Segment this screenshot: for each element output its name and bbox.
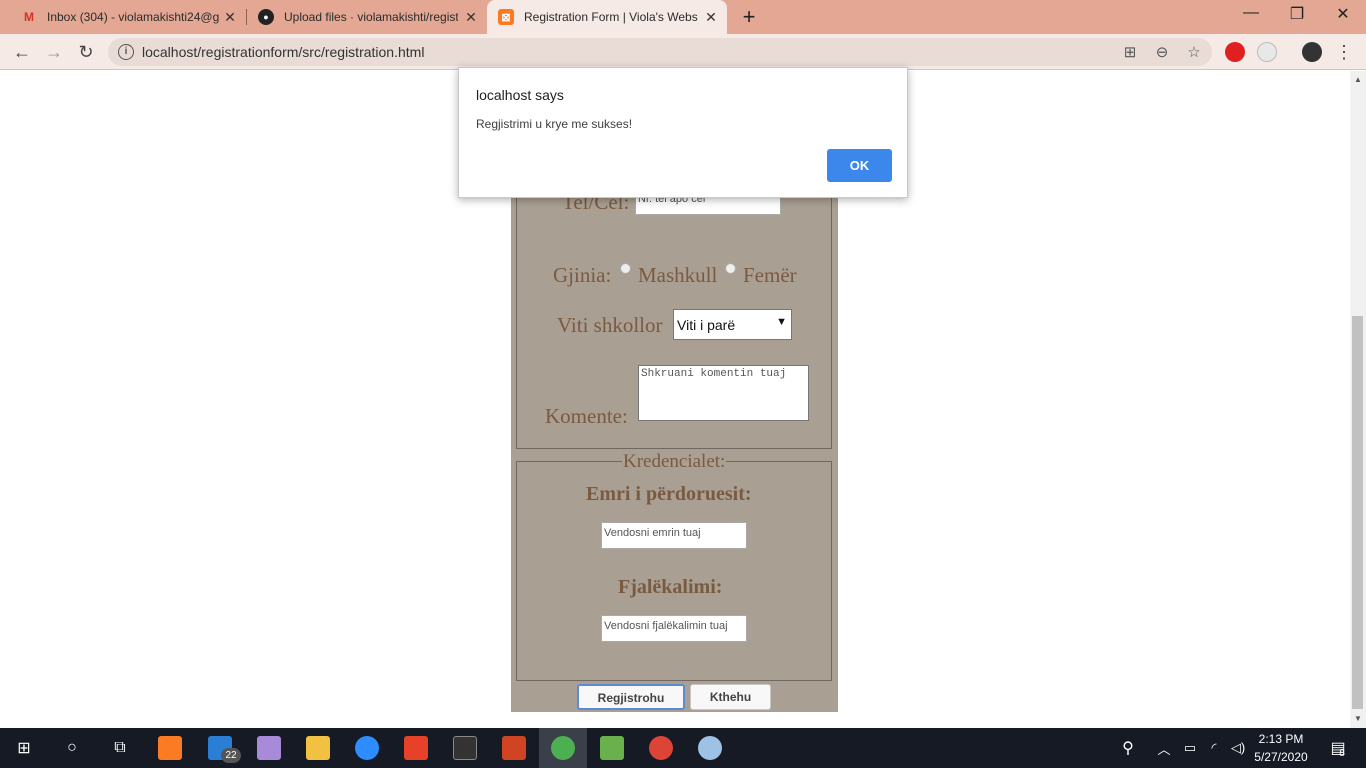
ok-button[interactable]: OK [827,149,892,182]
search-icon[interactable]: ○ [48,728,96,768]
password-label: Fjalëkalimi: [618,576,723,598]
year-selected-value: Viti i parë [677,317,736,333]
clock-date[interactable]: 5/27/2020 [1250,750,1312,764]
paint-icon[interactable] [686,728,734,768]
scrollbar-thumb[interactable] [1352,316,1363,709]
tab-gmail[interactable]: M Inbox (304) - violamakishti24@g ✕ [0,0,246,34]
dialog-title: localhost says [476,87,564,103]
minimize-button[interactable]: — [1236,4,1266,22]
people-icon[interactable]: ⚲ [1106,728,1150,768]
layers-app-icon[interactable] [245,728,293,768]
powerpoint-icon[interactable] [490,728,538,768]
back-arrow-icon[interactable]: ← [10,40,34,64]
star-icon[interactable]: ☆ [1185,43,1203,61]
notification-count: 8 [1339,748,1345,759]
opera-extension-icon[interactable] [1225,42,1245,62]
female-label: Femër [743,263,797,287]
tab-registration-form[interactable]: ⊠ Registration Form | Viola's Websi ✕ [487,0,727,34]
windows-start-icon[interactable]: ⊞ [0,728,48,768]
dropdown-arrow-icon: ▼ [776,316,787,328]
task-view-icon[interactable]: ⧉ [96,728,144,768]
back-button[interactable]: Kthehu [690,684,771,710]
password-input[interactable]: Vendosni fjalëkalimin tuaj [601,615,747,642]
tab-title: Upload files · violamakishti/regist [284,10,458,24]
github-icon: ● [258,9,274,25]
avatar[interactable] [1302,42,1322,62]
tab-title: Registration Form | Viola's Websi [524,10,698,24]
new-tab-button[interactable]: + [737,4,761,30]
taskbar: ⊞ ○ ⧉ 22 ⚲ ︿ ▭ ◜ ◁) 2:13 PM 5/27/2020 ▤ … [0,728,1366,768]
tab-github[interactable]: ● Upload files · violamakishti/regist ✕ [247,0,487,34]
tab-title: Inbox (304) - violamakishti24@g [47,10,220,24]
credentials-fieldset: Kredencialet: Emri i përdoruesit: Vendos… [516,451,832,681]
volume-icon[interactable]: ◁) [1226,728,1250,768]
terminal-icon[interactable] [441,728,489,768]
close-tab-icon[interactable]: ✕ [222,9,238,26]
mail-badge: 22 [221,748,241,763]
chevron-up-icon[interactable]: ︿ [1150,728,1178,768]
info-icon[interactable]: i [118,44,134,60]
year-select[interactable]: Viti i parë ▼ [673,309,792,340]
username-label: Emri i përdoruesit: [586,483,752,505]
page-scrollbar[interactable]: ▲ ▼ [1350,71,1366,728]
colorful-app-icon[interactable] [588,728,636,768]
scroll-up-icon[interactable]: ▲ [1354,75,1362,84]
chrome-secondary-icon[interactable] [637,728,685,768]
gender-label: Gjinia: [553,263,612,287]
zoom-app-icon[interactable] [343,728,391,768]
anydesk-icon[interactable] [392,728,440,768]
comments-textarea[interactable]: Shkruani komentin tuaj [638,365,809,421]
url-text[interactable]: localhost/registrationform/src/registrat… [142,44,424,60]
address-bar[interactable]: i localhost/registrationform/src/registr… [108,38,1212,66]
male-radio[interactable] [620,263,631,274]
browser-toolbar: ← → ↻ i localhost/registrationform/src/r… [0,34,1366,70]
close-tab-icon[interactable]: ✕ [463,9,479,26]
comments-label: Komente: [545,404,628,428]
tab-strip: M Inbox (304) - violamakishti24@g ✕ ● Up… [0,0,1366,34]
credentials-legend: Kredencialet: [622,451,727,473]
register-button[interactable]: Regjistrohu [577,684,685,710]
dialog-message: Regjistrimi u krye me sukses! [476,117,633,131]
file-explorer-icon[interactable] [294,728,342,768]
zoom-icon[interactable]: ⊖ [1153,43,1171,61]
maximize-button[interactable]: ❐ [1282,4,1312,24]
xampp-icon: ⊠ [498,9,514,25]
clock-time[interactable]: 2:13 PM [1252,732,1310,746]
close-window-button[interactable]: ✕ [1328,4,1358,24]
year-label: Viti shkollor [557,313,663,337]
extension-icon[interactable] [1257,42,1277,62]
chrome-icon[interactable] [539,728,587,768]
username-input[interactable]: Vendosni emrin tuaj [601,522,747,549]
gmail-icon: M [24,10,34,24]
alert-dialog: localhost says Regjistrimi u krye me suk… [458,67,908,198]
translate-icon[interactable]: ⊞ [1121,43,1139,61]
xampp-taskbar-icon[interactable] [146,728,194,768]
battery-icon[interactable]: ▭ [1178,728,1202,768]
reload-icon[interactable]: ↻ [74,40,98,64]
forward-arrow-icon[interactable]: → [42,40,66,64]
female-radio[interactable] [725,263,736,274]
male-label: Mashkull [638,263,718,287]
close-tab-icon[interactable]: ✕ [703,9,719,26]
wifi-icon[interactable]: ◜ [1202,728,1226,768]
scroll-down-icon[interactable]: ▼ [1354,714,1362,723]
menu-icon[interactable]: ⋮ [1332,40,1356,64]
